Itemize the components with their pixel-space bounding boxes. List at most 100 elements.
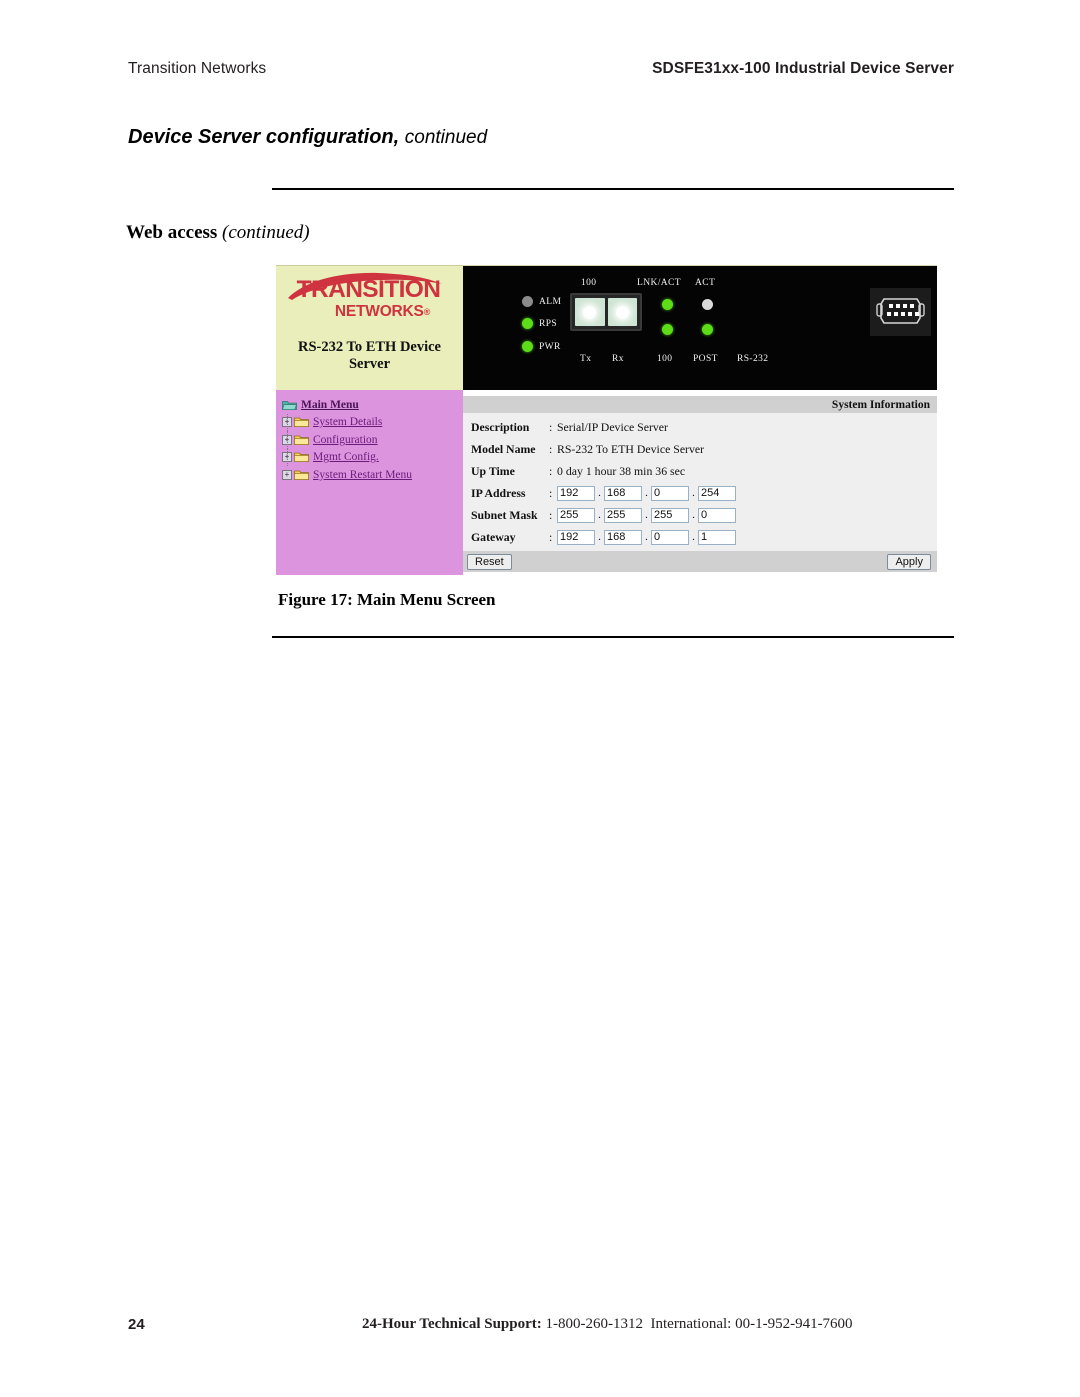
info-value-model-name: RS-232 To ETH Device Server [557, 441, 705, 456]
info-value-description: Serial/IP Device Server [557, 419, 668, 434]
octet-separator: . [645, 509, 648, 521]
info-row-subnet-mask: Subnet Mask : 255 . 255 . 255 . 0 [471, 504, 937, 526]
rx-port-icon [607, 298, 637, 326]
act-upper-led-icon [702, 299, 713, 310]
alm-led-label: ALM [539, 297, 562, 307]
info-label-model-name: Model Name [471, 441, 536, 456]
system-information-panel: System Information Description : Serial/… [463, 390, 937, 575]
led-bottom-label-100: 100 [657, 354, 673, 364]
sidebar-item-system-details[interactable]: + System Details [280, 413, 463, 431]
subnet-mask-octet-4[interactable]: 0 [698, 507, 736, 523]
sidebar-item-system-restart-menu[interactable]: + System Restart Menu [280, 466, 463, 484]
octet-separator: . [645, 531, 648, 543]
info-colon: : [549, 507, 553, 522]
info-row-gateway: Gateway : 192 . 168 . 0 . 1 [471, 526, 937, 548]
folder-icon [294, 435, 309, 445]
info-label-ip-address: IP Address [471, 485, 526, 500]
brand-logo-panel: TRANSITION NETWORKS® RS-232 To ETH Devic… [276, 265, 463, 390]
brand-subtitle: RS-232 To ETH Device Server [276, 339, 463, 372]
gateway-octet-3[interactable]: 0 [651, 529, 689, 545]
section-divider-bottom [272, 636, 954, 638]
sidebar-item-mgmt-config[interactable]: + Mgmt Config. [280, 448, 463, 466]
section-divider-top [272, 188, 954, 190]
footer-international-phone: 00-1-952-941-7600 [735, 1316, 853, 1332]
chapter-title-main: Device Server configuration, [128, 126, 400, 148]
subnet-mask-octet-2[interactable]: 255 [604, 507, 642, 523]
sidebar-item-main-menu[interactable]: Main Menu [280, 396, 463, 414]
led-bottom-label-tx: Tx [580, 354, 592, 364]
panel-body: Description : Serial/IP Device Server Mo… [463, 413, 937, 551]
brand-subtitle-line1: RS-232 To ETH Device [298, 339, 441, 355]
act-lower-led-icon [702, 324, 713, 335]
transition-networks-logo: TRANSITION NETWORKS® [276, 276, 463, 319]
pwr-led-label: PWR [539, 342, 561, 352]
led-bottom-label-post: POST [693, 354, 718, 364]
info-row-up-time: Up Time : 0 day 1 hour 38 min 36 sec [471, 460, 937, 482]
sidebar-item-system-restart-menu-label: System Restart Menu [313, 468, 413, 481]
led-top-label-lnk-act: LNK/ACT [637, 278, 681, 288]
led-top-label-100: 100 [581, 278, 597, 288]
info-colon: : [549, 441, 553, 456]
logo-text-transition: TRANSITION [296, 276, 441, 303]
ip-address-octet-2[interactable]: 168 [604, 485, 642, 501]
info-colon: : [549, 419, 553, 434]
figure-caption: Figure 17: Main Menu Screen [278, 590, 496, 609]
panel-title-bar: System Information [463, 396, 937, 413]
ip-address-octet-4[interactable]: 254 [698, 485, 736, 501]
running-head-left: Transition Networks [128, 60, 267, 77]
sidebar-item-configuration[interactable]: + Configuration [280, 431, 463, 449]
info-label-gateway: Gateway [471, 529, 516, 544]
fiber-port-cage-icon [570, 293, 642, 331]
page-running-head: Transition Networks SDSFE31xx-100 Indust… [128, 60, 954, 78]
octet-separator: . [645, 487, 648, 499]
gateway-octet-4[interactable]: 1 [698, 529, 736, 545]
info-colon: : [549, 485, 553, 500]
gateway-octet-2[interactable]: 168 [604, 529, 642, 545]
octet-separator: . [598, 531, 601, 543]
led-top-label-act: ACT [695, 278, 716, 288]
device-banner: TRANSITION NETWORKS® RS-232 To ETH Devic… [276, 265, 937, 390]
panel-title: System Information [831, 398, 930, 411]
sidebar-item-system-details-label: System Details [313, 416, 383, 429]
footer-international-label: International: [650, 1316, 732, 1332]
info-label-up-time: Up Time [471, 463, 515, 478]
sidebar-item-mgmt-config-label: Mgmt Config. [313, 451, 379, 464]
apply-button[interactable]: Apply [887, 553, 931, 570]
running-head-right: SDSFE31xx-100 Industrial Device Server [652, 60, 954, 77]
navigation-tree: Main Menu + System Details + Configurati [276, 390, 463, 575]
folder-icon [294, 470, 309, 480]
rs232-db9-connector-icon [870, 288, 931, 336]
pwr-led-icon [522, 341, 533, 352]
octet-separator: . [598, 509, 601, 521]
sidebar-item-main-menu-label: Main Menu [301, 398, 359, 411]
led-bottom-label-rx: Rx [612, 354, 624, 364]
section-heading: Web access (continued) [126, 222, 310, 244]
info-value-up-time: 0 day 1 hour 38 min 36 sec [557, 463, 686, 478]
embedded-device-web-ui-screenshot: TRANSITION NETWORKS® RS-232 To ETH Devic… [276, 265, 937, 575]
alm-led-icon [522, 296, 533, 307]
ip-address-octet-3[interactable]: 0 [651, 485, 689, 501]
gateway-octet-1[interactable]: 192 [557, 529, 595, 545]
expand-toggle-icon[interactable]: + [282, 469, 292, 480]
info-row-description: Description : Serial/IP Device Server [471, 416, 937, 438]
info-label-description: Description [471, 419, 530, 434]
tx-port-icon [575, 298, 605, 326]
folder-icon [294, 452, 309, 463]
subnet-mask-octet-3[interactable]: 255 [651, 507, 689, 523]
brand-subtitle-line2: Server [348, 355, 391, 372]
led-bottom-label-rs232: RS-232 [737, 354, 769, 364]
octet-separator: . [692, 487, 695, 499]
subnet-mask-octet-1[interactable]: 255 [557, 507, 595, 523]
lnk-act-lower-led-icon [662, 324, 673, 335]
open-folder-icon [282, 400, 297, 410]
rps-led-label: RPS [539, 319, 558, 329]
octet-separator: . [692, 531, 695, 543]
reset-button[interactable]: Reset [467, 553, 512, 570]
tree-guide-line [287, 431, 289, 449]
ip-address-octet-1[interactable]: 192 [557, 485, 595, 501]
info-row-model-name: Model Name : RS-232 To ETH Device Server [471, 438, 937, 460]
page-number: 24 [128, 1316, 145, 1333]
panel-button-bar: Reset Apply [463, 551, 937, 572]
device-front-panel-graphic: 100 LNK/ACT ACT ALM RPS PWR Tx Rx 100 PO… [463, 265, 937, 390]
footer-support-label: 24-Hour Technical Support: [362, 1316, 542, 1332]
